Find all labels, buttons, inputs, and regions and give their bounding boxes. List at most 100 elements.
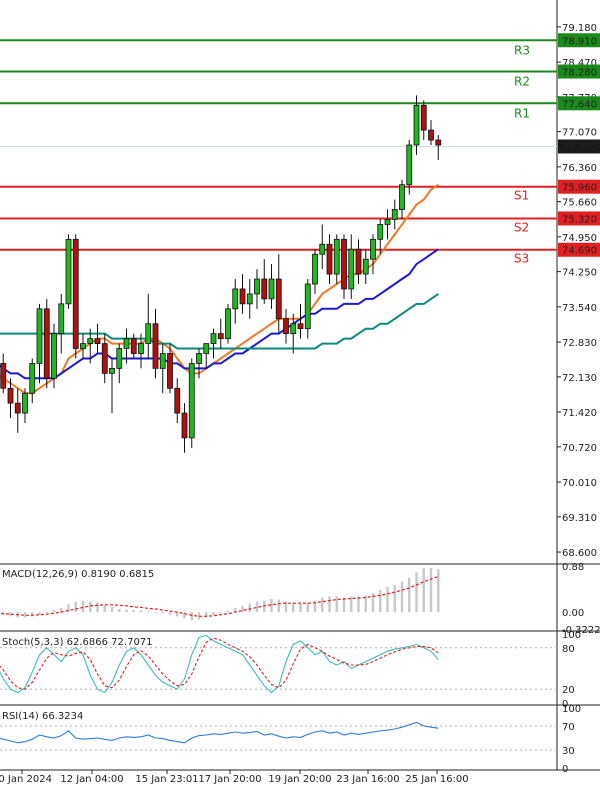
macd-histogram-bar [306, 602, 309, 613]
level-value-r2: 78.280 [562, 68, 597, 79]
macd-histogram-bar [429, 568, 433, 613]
macd-histogram-bar [393, 584, 396, 613]
current-price-label: 76.770 [562, 142, 597, 153]
level-label-r2: R2 [514, 75, 530, 89]
price-tick-label: 73.540 [562, 303, 597, 314]
candle-body [210, 333, 217, 344]
candle-body [399, 184, 405, 210]
macd-title: MACD(12,26,9) 0.8190 0.6815 [2, 569, 154, 580]
time-tick-label: 19 Jan 20:00 [268, 774, 331, 785]
level-value-s1: 75.960 [562, 183, 597, 194]
stoch-title: Stoch(5,3,3) 62.6866 72.7071 [2, 637, 153, 648]
macd-histogram-bar [154, 612, 157, 613]
macd-histogram-bar [226, 610, 230, 613]
candle-body [22, 392, 28, 414]
candle-body [14, 402, 21, 414]
macd-histogram-bar [103, 604, 106, 613]
candle-body [116, 348, 123, 369]
candle-body [435, 139, 442, 146]
candle-body [174, 387, 181, 414]
price-tick-label: 77.070 [562, 128, 597, 139]
macd-histogram-bar [132, 610, 135, 613]
candle-body [188, 363, 195, 439]
candle-body [348, 248, 355, 290]
candle-body [391, 209, 398, 220]
macd-histogram-bar [408, 577, 411, 613]
candle-body [254, 278, 260, 295]
macd-histogram-bar [89, 601, 92, 613]
candle-body [43, 308, 50, 379]
macd-histogram-bar [357, 596, 360, 613]
price-tick-label: 72.830 [562, 338, 597, 349]
price-tick-label: 75.660 [562, 198, 597, 209]
candle-body [261, 278, 268, 300]
time-tick-label: 10 Jan 2024 [0, 774, 52, 785]
candle-body [239, 288, 246, 305]
candle-body [304, 283, 311, 330]
candle-body [159, 353, 166, 369]
time-tick-label: 15 Jan 23:01 [135, 774, 198, 785]
macd-histogram-bar [52, 610, 56, 613]
level-value-r1: 77.640 [562, 99, 597, 110]
candle-body [80, 343, 86, 349]
stoch-tick-label: 20 [562, 685, 575, 696]
candle-body [109, 367, 115, 374]
macd-histogram-bar [379, 590, 382, 613]
candle-body [268, 278, 275, 300]
candle-body [7, 387, 14, 404]
macd-histogram-bar [270, 599, 273, 613]
macd-tick-label: 0.88 [562, 562, 584, 573]
macd-histogram-bar [45, 612, 48, 613]
macd-histogram-bar [219, 612, 222, 614]
rsi-tick-label: 0 [562, 764, 568, 775]
rsi-tick-label: 100 [562, 704, 581, 715]
candle-body [123, 338, 130, 349]
chart-root: 79.18078.47077.77077.07076.36075.66074.9… [0, 0, 600, 789]
level-label-s3: S3 [514, 252, 529, 266]
candle-body [36, 308, 43, 364]
candle-body [413, 104, 420, 146]
candle-body [152, 323, 159, 369]
price-tick-label: 71.420 [562, 408, 597, 419]
time-tick-label: 17 Jan 20:00 [198, 774, 261, 785]
macd-histogram-bar [74, 601, 77, 613]
rsi-tick-label: 30 [562, 746, 575, 757]
candle-body [406, 144, 413, 186]
price-tick-label: 68.600 [562, 548, 597, 559]
chart-canvas: 79.18078.47077.77077.07076.36075.66074.9… [0, 0, 600, 785]
level-value-s2: 75.320 [562, 214, 597, 225]
macd-histogram-bar [437, 569, 440, 613]
candle-body [0, 363, 7, 389]
candle-body [355, 248, 362, 275]
price-tick-label: 70.720 [562, 443, 597, 454]
price-tick-label: 74.250 [562, 268, 597, 279]
macd-histogram-bar [386, 586, 389, 613]
candle-body [72, 238, 79, 349]
macd-histogram-bar [292, 602, 295, 613]
candle-body [297, 323, 304, 330]
time-tick-label: 25 Jan 16:00 [405, 774, 468, 785]
candle-body [341, 238, 347, 290]
macd-histogram-bar [335, 596, 338, 613]
macd-histogram-bar [255, 601, 259, 613]
candle-body [58, 303, 65, 335]
macd-tick-label: 0.00 [562, 608, 584, 619]
rsi-title: RSI(14) 66.3234 [2, 711, 83, 722]
macd-histogram-bar [422, 568, 425, 613]
price-tick-label: 74.950 [562, 233, 597, 244]
macd-histogram-bar [81, 600, 85, 613]
level-value-r3: 78.910 [562, 36, 597, 47]
macd-histogram-bar [328, 596, 331, 613]
price-tick-label: 70.010 [562, 478, 597, 489]
candle-body [138, 343, 144, 354]
candle-body [87, 338, 94, 344]
candle-body [203, 343, 210, 354]
macd-histogram-bar [118, 608, 121, 613]
level-label-s1: S1 [514, 189, 529, 203]
macd-histogram-bar [321, 597, 324, 613]
macd-histogram-bar [190, 612, 193, 620]
level-label-r1: R1 [514, 106, 530, 120]
candle-body [167, 353, 173, 389]
macd-histogram-bar [248, 603, 251, 613]
price-panel: 79.18078.47077.77077.07076.36075.66074.9… [0, 0, 600, 770]
